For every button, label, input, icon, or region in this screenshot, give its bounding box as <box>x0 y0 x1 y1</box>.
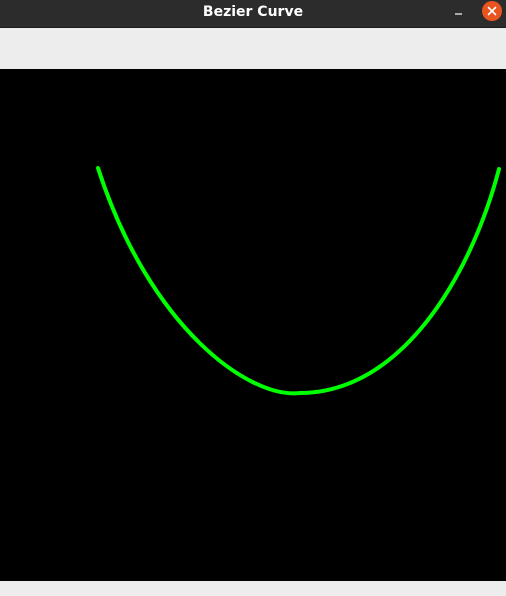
close-icon <box>487 6 497 16</box>
window-bottom-edge <box>0 581 506 596</box>
app-window: Bezier Curve <box>0 0 506 596</box>
minimize-button[interactable] <box>448 4 470 24</box>
minimize-icon <box>455 13 462 15</box>
canvas-svg <box>96 166 501 396</box>
title-bar[interactable]: Bezier Curve <box>0 0 506 28</box>
drawing-canvas[interactable] <box>0 69 506 581</box>
bezier-curve <box>96 166 501 396</box>
window-title: Bezier Curve <box>202 4 304 20</box>
empty-toolbar-area <box>0 28 506 69</box>
close-button[interactable] <box>482 1 502 21</box>
